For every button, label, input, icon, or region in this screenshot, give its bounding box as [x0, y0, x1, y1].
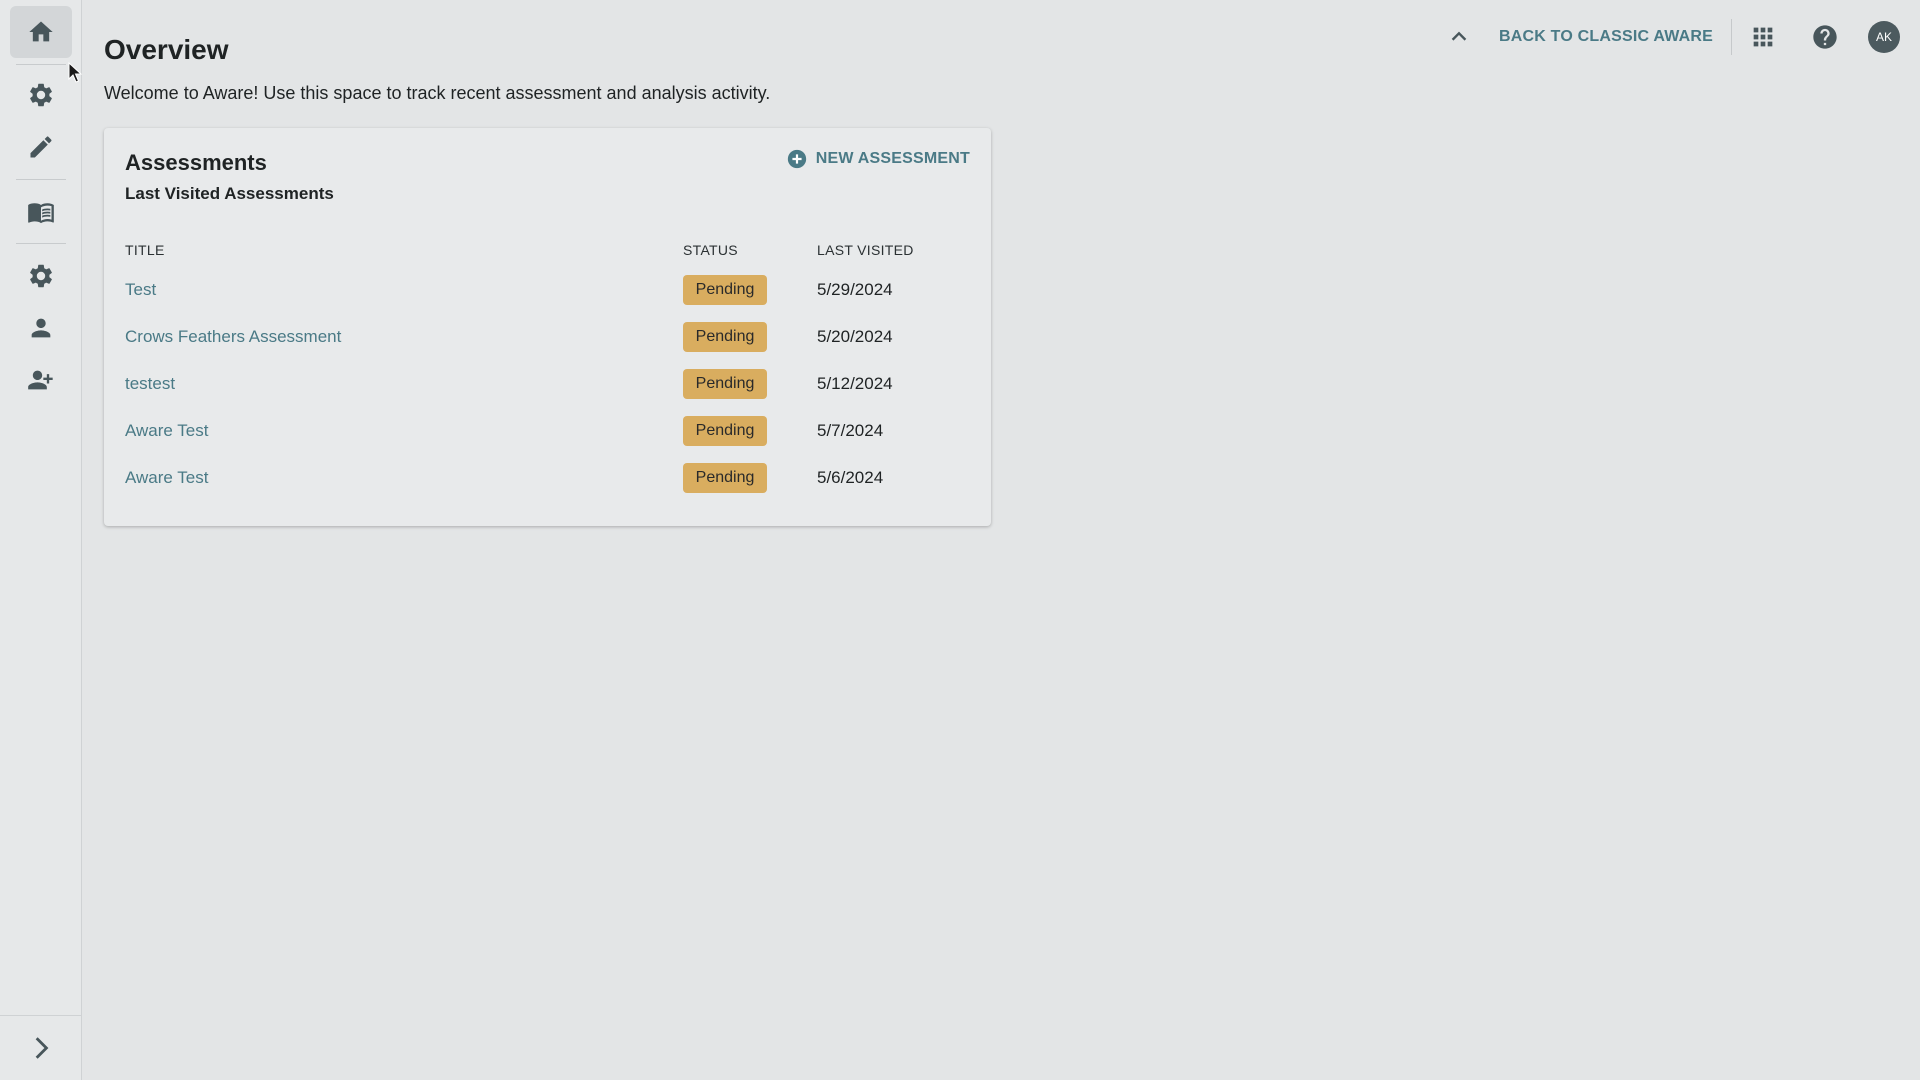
last-visited-date: 5/7/2024 — [817, 421, 884, 440]
assessment-title-link[interactable]: Test — [125, 280, 156, 300]
table-row: Aware Test Pending 5/7/2024 — [104, 409, 991, 456]
assessment-title-link[interactable]: testest — [125, 374, 175, 394]
status-badge: Pending — [683, 416, 767, 446]
person-add-icon — [28, 370, 53, 390]
sidebar-item-admin-settings[interactable] — [10, 250, 72, 302]
sidebar-divider — [16, 179, 66, 180]
sidebar-item-add-user[interactable] — [10, 354, 72, 406]
collapse-header-button[interactable] — [1439, 17, 1479, 57]
table-row: Aware Test Pending 5/6/2024 — [104, 456, 991, 503]
column-header-title: TITLE — [125, 242, 165, 258]
sidebar-expand-button[interactable] — [0, 1015, 81, 1080]
sidebar-divider — [16, 64, 66, 65]
welcome-text: Welcome to Aware! Use this space to trac… — [104, 83, 771, 103]
sidebar — [0, 0, 82, 1080]
pencil-icon — [30, 136, 52, 158]
chevron-up-icon — [1451, 31, 1467, 41]
sidebar-item-settings[interactable] — [10, 69, 72, 121]
table-row: testest Pending 5/12/2024 — [104, 362, 991, 409]
assessment-title-link[interactable]: Crows Feathers Assessment — [125, 327, 341, 347]
table-row: Crows Feathers Assessment Pending 5/20/2… — [104, 315, 991, 362]
new-assessment-label: NEW ASSESSMENT — [815, 150, 970, 167]
home-icon — [29, 21, 53, 42]
column-header-status: STATUS — [683, 242, 738, 258]
assessment-title-link[interactable]: Aware Test — [125, 421, 208, 441]
sidebar-divider — [16, 243, 66, 244]
page-title: Overview — [104, 34, 229, 65]
gear-icon — [30, 264, 52, 288]
top-bar: BACK TO CLASSIC AWARE AK — [1439, 14, 1900, 60]
add-circle-icon — [787, 149, 806, 169]
sidebar-item-library[interactable] — [10, 186, 72, 238]
sidebar-item-home[interactable] — [10, 6, 72, 58]
last-visited-date: 5/6/2024 — [817, 468, 884, 487]
status-badge: Pending — [683, 463, 767, 493]
table-row: Test Pending 5/29/2024 — [104, 268, 991, 315]
mouse-cursor-icon — [68, 62, 83, 83]
status-badge: Pending — [683, 369, 767, 399]
apps-grid-icon — [1753, 27, 1773, 47]
assessment-title-link[interactable]: Aware Test — [125, 468, 208, 488]
last-visited-date: 5/12/2024 — [817, 374, 893, 393]
help-icon — [1813, 25, 1837, 49]
sidebar-item-user[interactable] — [10, 302, 72, 354]
person-icon — [31, 318, 51, 338]
column-header-last-visited: LAST VISITED — [817, 242, 914, 258]
chevron-right-icon — [35, 1037, 48, 1059]
new-assessment-button[interactable]: NEW ASSESSMENT — [786, 148, 970, 170]
status-badge: Pending — [683, 275, 767, 305]
help-button[interactable] — [1794, 14, 1856, 60]
card-subtitle: Last Visited Assessments — [125, 184, 334, 203]
apps-menu-button[interactable] — [1732, 14, 1794, 60]
status-badge: Pending — [683, 322, 767, 352]
book-icon — [28, 203, 54, 224]
back-to-classic-link[interactable]: BACK TO CLASSIC AWARE — [1499, 19, 1732, 55]
last-visited-date: 5/29/2024 — [817, 280, 893, 299]
assessments-card: Assessments Last Visited Assessments NEW… — [104, 128, 991, 526]
user-avatar[interactable]: AK — [1868, 21, 1900, 53]
gear-icon — [30, 83, 52, 107]
last-visited-date: 5/20/2024 — [817, 327, 893, 346]
sidebar-item-edit[interactable] — [10, 121, 72, 173]
card-title: Assessments — [125, 150, 267, 175]
